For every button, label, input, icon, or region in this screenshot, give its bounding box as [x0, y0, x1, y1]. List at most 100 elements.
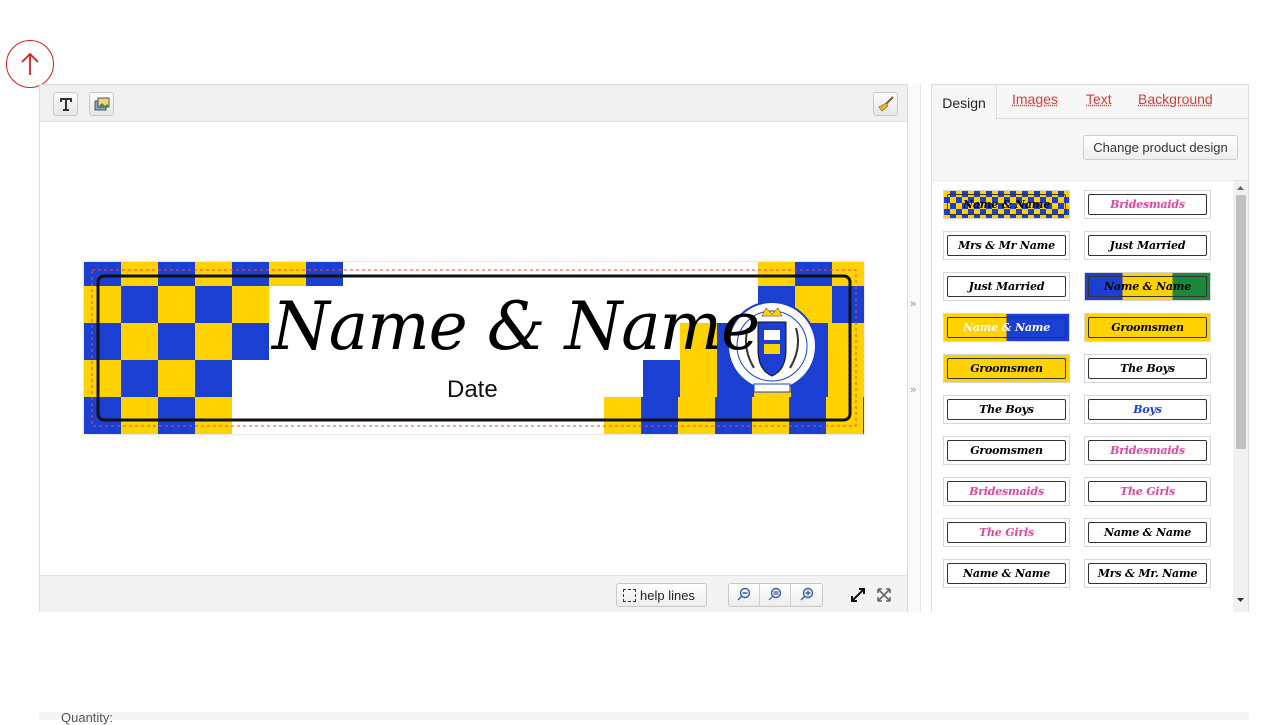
check-square — [828, 323, 864, 360]
checkbox-icon — [623, 588, 636, 602]
check-square — [84, 360, 121, 397]
add-text-button[interactable] — [53, 92, 78, 116]
check-square — [84, 323, 121, 360]
design-thumbnail-label: The Boys — [979, 403, 1034, 416]
fit-screen-button[interactable] — [848, 584, 868, 606]
design-thumbnail[interactable]: Groomsmen — [943, 436, 1070, 465]
check-square — [678, 397, 715, 434]
add-image-button[interactable] — [89, 92, 114, 116]
tab-images[interactable]: Images — [1012, 91, 1058, 107]
design-thumbnail[interactable]: Bridesmaids — [943, 477, 1070, 506]
design-canvas[interactable]: Name & Name Date — [40, 122, 907, 574]
design-thumbnail-label: Bridesmaids — [1110, 444, 1185, 457]
design-thumbnail-label: The Girls — [979, 526, 1034, 539]
design-thumbnail[interactable]: Just Married — [1084, 231, 1211, 260]
design-gallery: Name & Name Bridesmaids Mrs & Mr Name Just … — [932, 180, 1248, 612]
broom-icon — [877, 96, 894, 112]
design-thumbnail[interactable]: Mrs & Mr Name — [943, 231, 1070, 260]
fullscreen-button[interactable] — [874, 584, 894, 606]
name-plate-preview[interactable]: Name & Name Date — [84, 262, 864, 434]
check-square — [306, 262, 343, 286]
check-square — [121, 323, 158, 360]
design-thumbnail[interactable]: Name & Name — [1084, 518, 1211, 547]
design-thumbnail[interactable]: Bridesmaids — [1084, 190, 1211, 219]
gallery-scrollbar[interactable] — [1233, 181, 1248, 612]
design-thumbnail-label: Bridesmaids — [1110, 198, 1185, 211]
check-square — [158, 286, 195, 323]
zoom-in-button[interactable] — [791, 584, 822, 606]
design-thumbnail-label: Groomsmen — [1111, 321, 1184, 334]
design-thumbnail-label: The Girls — [1120, 485, 1175, 498]
panel-tabs: Design Images Text Background — [931, 84, 1248, 120]
design-thumbnail-label: Mrs & Mr. Name — [1097, 567, 1198, 580]
plate-main-text[interactable]: Name & Name — [272, 288, 760, 365]
tab-background[interactable]: Background — [1138, 91, 1213, 107]
design-thumbnail-label: Groomsmen — [970, 362, 1043, 375]
tab-text[interactable]: Text — [1086, 91, 1112, 107]
design-thumbnail-label: Just Married — [968, 280, 1045, 293]
design-thumbnail[interactable]: Groomsmen — [943, 354, 1070, 383]
scrollbar-thumb[interactable] — [1236, 195, 1246, 449]
design-thumbnail[interactable]: The Boys — [1084, 354, 1211, 383]
zoom-reset-button[interactable] — [760, 584, 791, 606]
check-square — [604, 397, 641, 434]
design-editor: Name & Name Date help lines — [39, 84, 908, 612]
check-square — [863, 397, 864, 434]
design-thumbnail[interactable]: Name & Name — [943, 190, 1070, 219]
zoom-reset-icon — [768, 587, 782, 601]
help-lines-toggle[interactable]: help lines — [616, 583, 707, 607]
design-thumbnail[interactable]: The Girls — [1084, 477, 1211, 506]
check-square — [84, 262, 121, 286]
help-lines-label: help lines — [640, 587, 695, 603]
check-square — [643, 360, 680, 397]
design-thumbnail-label: Name & Name — [962, 198, 1051, 211]
design-thumbnail[interactable]: Name & Name — [1084, 272, 1211, 301]
collapse-arrow-icon[interactable]: » — [910, 298, 916, 310]
check-square — [269, 262, 306, 286]
design-thumbnail-label: Name & Name — [962, 567, 1051, 580]
design-thumbnail-label: Just Married — [1109, 239, 1186, 252]
check-square — [158, 262, 195, 286]
editor-toolbar — [40, 85, 907, 122]
change-product-design-button[interactable]: Change product design — [1083, 135, 1238, 160]
quantity-label: Quantity: — [61, 710, 114, 725]
zoom-out-button[interactable] — [729, 584, 760, 606]
check-square — [826, 397, 863, 434]
editor-bottom-bar: help lines — [40, 575, 907, 612]
scroll-down-arrow-icon — [1237, 598, 1244, 602]
design-thumbnail-label: Name & Name — [962, 321, 1051, 334]
design-thumbnail[interactable]: Just Married — [943, 272, 1070, 301]
design-thumbnail[interactable]: Mrs & Mr. Name — [1084, 559, 1211, 588]
design-thumbnail[interactable]: Name & Name — [943, 559, 1070, 588]
collapse-arrow-icon[interactable]: » — [910, 384, 916, 396]
check-square — [158, 360, 195, 397]
design-thumbnail-label: Bridesmaids — [969, 485, 1044, 498]
zoom-in-icon — [800, 587, 813, 601]
zoom-controls — [728, 583, 823, 607]
zoom-out-icon — [737, 587, 751, 601]
panel-splitter[interactable]: » » — [908, 84, 921, 612]
design-thumbnail[interactable]: Bridesmaids — [1084, 436, 1211, 465]
check-square — [828, 360, 864, 397]
check-square — [832, 262, 864, 286]
clear-design-button[interactable] — [873, 92, 898, 116]
design-thumbnail[interactable]: Name & Name — [943, 313, 1070, 342]
tab-design[interactable]: Design — [931, 84, 997, 120]
design-thumbnail[interactable]: Groomsmen — [1084, 313, 1211, 342]
scroll-top-button[interactable] — [6, 40, 54, 88]
check-square — [158, 397, 195, 434]
check-square — [195, 360, 232, 397]
design-thumbnail[interactable]: Boys — [1084, 395, 1211, 424]
design-thumbnail[interactable]: The Boys — [943, 395, 1070, 424]
design-thumbnail[interactable]: The Girls — [943, 518, 1070, 547]
check-square — [195, 397, 232, 434]
check-square — [758, 262, 795, 286]
design-thumbnail-label: The Boys — [1120, 362, 1175, 375]
check-square — [195, 323, 232, 360]
plate-date-text[interactable]: Date — [447, 376, 498, 404]
quantity-section — [39, 712, 1249, 720]
check-square — [195, 262, 232, 286]
design-thumbnail-label: Boys — [1133, 403, 1162, 416]
check-square — [158, 323, 195, 360]
check-square — [680, 360, 717, 397]
